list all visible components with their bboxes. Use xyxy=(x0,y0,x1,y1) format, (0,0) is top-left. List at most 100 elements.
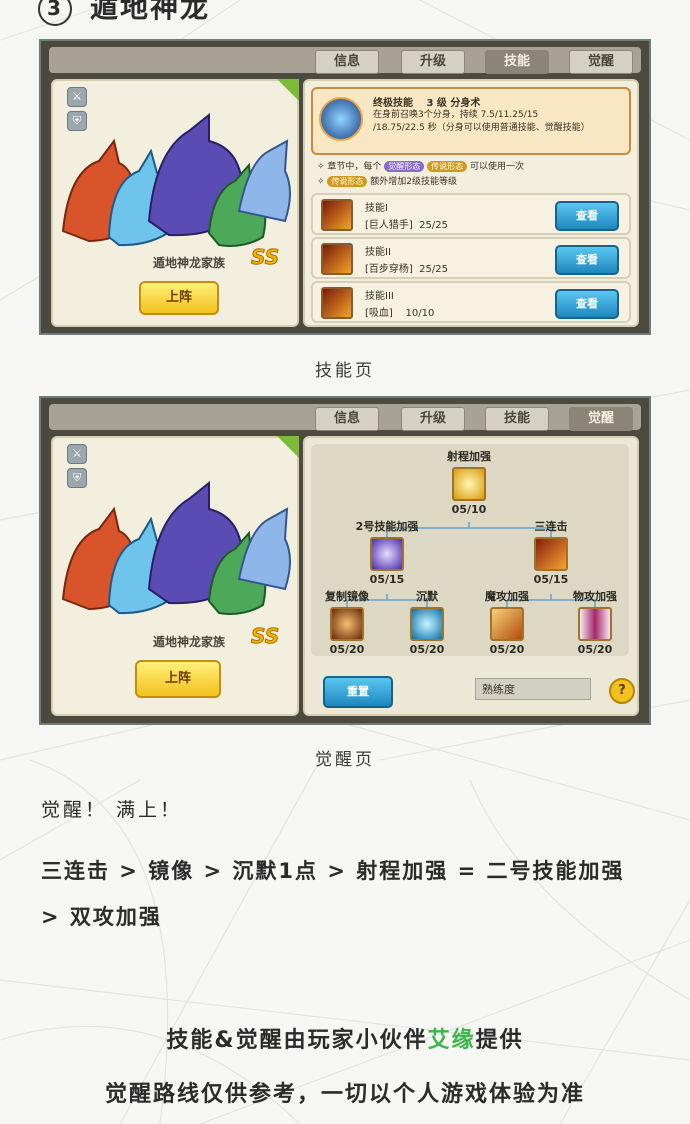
tab-awaken[interactable]: 觉醒 xyxy=(569,50,633,74)
ultimate-level: 3 级 分身术 xyxy=(426,98,481,109)
node-label: 物攻加强 xyxy=(573,590,617,603)
skill-row-3: 技能III [吸血] 10/10 查看 xyxy=(311,281,631,323)
skill-2-detail: [百步穿杨] 25/25 xyxy=(365,264,448,275)
skill-row-2: 技能II [百步穿杨] 25/25 查看 xyxy=(311,237,631,279)
team-name: 遁地神龙家族 xyxy=(153,256,226,270)
disclaimer: 觉醒路线仅供参考，一切以个人游戏体验为准 xyxy=(104,1082,585,1107)
credit-prefix: 技能&觉醒由玩家小伙伴 xyxy=(166,1028,428,1053)
dragon-family-illustration xyxy=(61,112,291,247)
ultimate-desc-line2: /18.75/22.5 秒（分身可以使用普通技能、觉醒技能） xyxy=(373,123,590,133)
credit-line: 技能&觉醒由玩家小伙伴艾缘提供 xyxy=(0,1022,690,1054)
reset-button[interactable]: 重置 xyxy=(323,676,393,708)
node-value: 05/20 xyxy=(409,643,445,656)
legend-form-chip: 传说形态 xyxy=(427,161,468,172)
skill-1-icon xyxy=(321,199,353,231)
view-skill-2-button[interactable]: 查看 xyxy=(555,245,619,275)
awaken-node-skill2[interactable]: 2号技能加强 05/15 xyxy=(347,518,427,586)
note-line-2: ✧ 传说形态 额外增加2级技能等级 xyxy=(317,176,458,187)
awaken-page-caption: 觉醒页 xyxy=(315,750,375,770)
team-name: 遁地神龙家族 xyxy=(153,635,226,649)
physical-attack-icon xyxy=(578,607,612,641)
rank-badge: SS xyxy=(250,245,280,270)
skill-1-detail: [巨人猎手] 25/25 xyxy=(365,220,448,231)
deploy-button[interactable]: 上阵 xyxy=(139,281,219,315)
awaken-page-screenshot: 信息 升级 技能 觉醒 ⚔ ⛨ 遁地神龙家族 SS 上阵 射程加强 05/10 … xyxy=(39,396,651,725)
ultimate-skill-box: 终极技能 3 级 分身术 在身前召唤3个分身，持续 7.5/11.25/15 /… xyxy=(311,87,631,155)
view-skill-3-button[interactable]: 查看 xyxy=(555,289,619,319)
node-label: 2号技能加强 xyxy=(355,520,419,533)
hero-panel: ⚔ ⛨ 遁地神龙家族 SS 上阵 xyxy=(51,79,299,327)
node-value: 05/15 xyxy=(369,573,405,586)
skill-1-name: 技能I xyxy=(365,203,388,214)
awaken-node-silence[interactable]: 沉默 05/20 xyxy=(387,588,467,656)
skill2-boost-icon xyxy=(370,537,404,571)
tab-bar: 信息 升级 技能 觉醒 xyxy=(49,47,641,74)
skill-2-name: 技能II xyxy=(365,247,391,258)
skill-row-1: 技能I [巨人猎手] 25/25 查看 xyxy=(311,193,631,235)
node-label: 射程加强 xyxy=(447,450,491,463)
tab-upgrade[interactable]: 升级 xyxy=(401,50,465,74)
awaken-node-magic[interactable]: 魔攻加强 05/20 xyxy=(467,588,547,656)
node-label: 沉默 xyxy=(416,590,438,603)
hero-panel-2: ⚔ ⛨ 遁地神龙家族 SS 上阵 xyxy=(51,436,299,716)
ultimate-skill-icon xyxy=(319,97,363,141)
triple-strike-icon xyxy=(534,537,568,571)
awaken-node-range[interactable]: 射程加强 05/10 xyxy=(429,448,509,516)
view-skill-1-button[interactable]: 查看 xyxy=(555,201,619,231)
node-label: 三连击 xyxy=(534,520,568,533)
note2-suffix: 额外增加2级技能等级 xyxy=(370,177,458,187)
tab-info[interactable]: 信息 xyxy=(315,407,379,431)
skills-panel: 终极技能 3 级 分身术 在身前召唤3个分身，持续 7.5/11.25/15 /… xyxy=(303,79,639,327)
skill-3-icon xyxy=(321,287,353,319)
credit-name: 艾缘 xyxy=(427,1028,476,1053)
skill-3-name: 技能III xyxy=(365,291,394,302)
tab-bar-2: 信息 升级 技能 觉醒 xyxy=(49,404,641,431)
tab-upgrade[interactable]: 升级 xyxy=(401,407,465,431)
tab-skills[interactable]: 技能 xyxy=(485,50,549,74)
sword-icon: ⚔ xyxy=(67,444,87,464)
node-value: 05/20 xyxy=(329,643,365,656)
rank-badge: SS xyxy=(250,624,280,649)
skill-3-detail: [吸血] 10/10 xyxy=(365,308,435,319)
deploy-button[interactable]: 上阵 xyxy=(135,660,221,698)
mirror-image-icon xyxy=(330,607,364,641)
magic-attack-icon xyxy=(490,607,524,641)
ultimate-desc-line1: 在身前召唤3个分身，持续 7.5/11.25/15 xyxy=(373,110,539,120)
sword-icon: ⚔ xyxy=(67,87,87,107)
awaken-node-physical[interactable]: 物攻加强 05/20 xyxy=(555,588,635,656)
proficiency-field: 熟练度 xyxy=(475,678,591,700)
note1-suffix: 可以使用一次 xyxy=(470,162,525,172)
range-boost-icon xyxy=(452,467,486,501)
skill-3-value: 10/10 xyxy=(405,308,435,319)
ultimate-description: 在身前召唤3个分身，持续 7.5/11.25/15 /18.75/22.5 秒（… xyxy=(373,109,627,135)
silence-icon xyxy=(410,607,444,641)
corner-badge-icon xyxy=(277,79,299,101)
tab-awaken[interactable]: 觉醒 xyxy=(569,407,633,431)
body-line-2: 三连击 > 镜像 > 沉默1点 > 射程加强 = 二号技能加强 > 双攻加强 xyxy=(41,859,625,929)
node-value: 05/15 xyxy=(533,573,569,586)
node-label: 复制镜像 xyxy=(325,590,369,603)
heading-title: 遁地神龙 xyxy=(90,0,211,24)
tab-info[interactable]: 信息 xyxy=(315,50,379,74)
node-value: 05/20 xyxy=(577,643,613,656)
corner-badge-icon xyxy=(277,436,299,458)
awaken-panel: 射程加强 05/10 2号技能加强 05/15 三连击 05/15 复制镜像 0… xyxy=(303,436,639,716)
credit-suffix: 提供 xyxy=(475,1028,524,1053)
awaken-node-mirror[interactable]: 复制镜像 05/20 xyxy=(307,588,387,656)
node-label: 魔攻加强 xyxy=(485,590,529,603)
awaken-form-chip: 觉醒形态 xyxy=(384,161,425,172)
skill-page-screenshot: 信息 升级 技能 觉醒 ⚔ ⛨ 遁地神龙家族 SS 上阵 终极技能 3 级 分身… xyxy=(39,39,651,335)
tab-skills[interactable]: 技能 xyxy=(485,407,549,431)
skill-1-value: 25/25 xyxy=(419,220,448,231)
node-value: 05/20 xyxy=(489,643,525,656)
awaken-tree: 射程加强 05/10 2号技能加强 05/15 三连击 05/15 复制镜像 0… xyxy=(311,444,629,656)
note1-prefix: 章节中，每个 xyxy=(327,162,382,172)
node-value: 05/10 xyxy=(451,503,487,516)
dragon-family-illustration xyxy=(61,480,291,615)
awaken-node-triple[interactable]: 三连击 05/15 xyxy=(511,518,591,586)
body-line-1: 觉醒！ 满上！ xyxy=(41,799,183,821)
heading-number: 3 xyxy=(38,0,72,26)
ultimate-label: 终极技能 xyxy=(373,98,413,109)
section-heading: 3 遁地神龙 xyxy=(38,0,210,26)
help-button[interactable]: ? xyxy=(609,678,635,704)
